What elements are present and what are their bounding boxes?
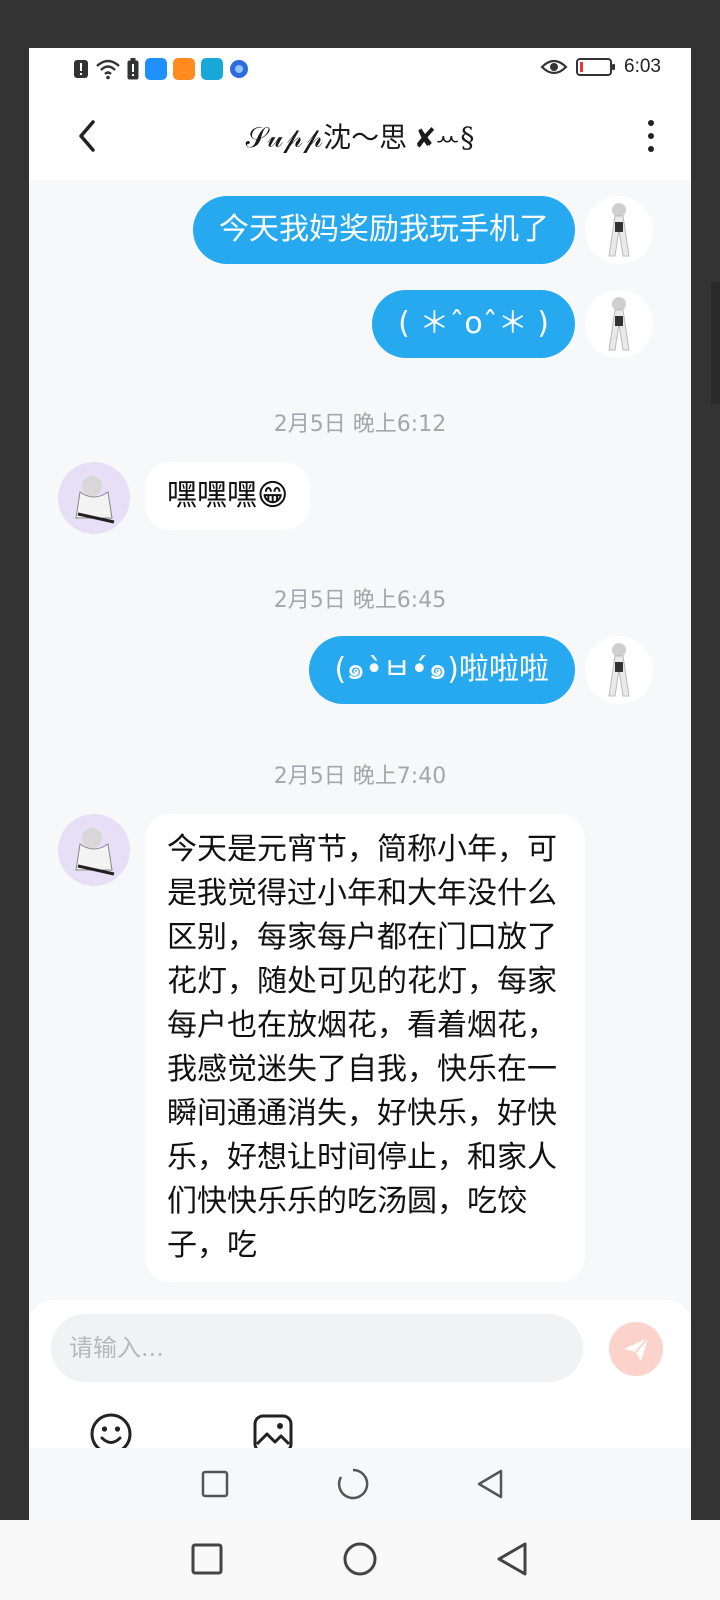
incoming-message[interactable]: 嘿嘿嘿😁 [145, 462, 311, 530]
send-icon [624, 1337, 649, 1361]
status-bar: 6:03 [29, 48, 691, 92]
home-button[interactable] [341, 1540, 379, 1578]
square-icon [201, 1470, 229, 1498]
message-timestamp: 2月5日 晚上6:12 [273, 412, 447, 437]
side-scroll-indicator [711, 282, 720, 404]
back-nav-button[interactable] [494, 1540, 532, 1578]
system-navigation-bar [0, 1520, 720, 1600]
sim-alert-icon [74, 60, 88, 78]
my-avatar[interactable] [585, 196, 653, 264]
app-q-icon [145, 58, 167, 80]
chat-title: 𝒮𝓊𝓅𝓅沈～思 ✘ꕀ§ [245, 121, 475, 154]
phone-screen: 6:03 𝒮𝓊𝓅𝓅沈～思 ✘ꕀ§ 今天我妈奖励我玩手机了 ( ＊ˆoˆ＊ ) 2… [29, 48, 691, 1520]
back-nav-button[interactable] [475, 1468, 507, 1500]
recent-apps-button[interactable] [188, 1540, 226, 1578]
status-time: 6:03 [624, 56, 661, 77]
battery-alert-icon [127, 58, 139, 80]
app-book-icon [201, 58, 223, 80]
incoming-message[interactable]: 今天是元宵节，简称小年，可是我觉得过小年和大年没什么区别，每家每户都在门口放了花… [145, 814, 585, 1282]
home-button[interactable] [337, 1468, 369, 1500]
back-button[interactable] [69, 116, 109, 156]
outgoing-message[interactable]: ( ＊ˆoˆ＊ ) [372, 290, 575, 358]
inner-navigation-bar [29, 1448, 691, 1520]
contact-avatar[interactable] [58, 814, 130, 886]
avatar-character-icon [75, 476, 115, 524]
triangle-back-icon [477, 1469, 503, 1499]
contact-avatar[interactable] [58, 462, 130, 534]
message-list[interactable]: 今天我妈奖励我玩手机了 ( ＊ˆoˆ＊ ) 2月5日 晚上6:12 嘿嘿嘿😁 2… [29, 180, 691, 1300]
outgoing-message[interactable]: 今天我妈奖励我玩手机了 [193, 196, 575, 264]
status-bar-left-icons [73, 58, 249, 80]
incoming-message-text: 今天是元宵节，简称小年，可是我觉得过小年和大年没什么区别，每家每户都在门口放了花… [167, 832, 557, 1263]
message-timestamp: 2月5日 晚上6:45 [273, 588, 447, 613]
status-bar-right: 6:03 [540, 56, 661, 78]
chat-header: 𝒮𝓊𝓅𝓅沈～思 ✘ꕀ§ [29, 92, 691, 180]
avatar-figure-icon [608, 297, 630, 351]
circle-icon [337, 1468, 369, 1500]
app-video-icon [173, 58, 195, 80]
app-browser-icon [230, 60, 248, 78]
avatar-figure-icon [608, 643, 630, 697]
message-timestamp: 2月5日 晚上7:40 [273, 764, 447, 789]
more-vertical-icon [648, 120, 654, 126]
my-avatar[interactable] [585, 636, 653, 704]
send-button[interactable] [609, 1322, 663, 1376]
wifi-icon [96, 59, 120, 80]
avatar-character-icon [75, 828, 115, 876]
triangle-back-icon [497, 1542, 527, 1576]
message-input[interactable] [51, 1314, 583, 1382]
circle-icon [343, 1542, 377, 1576]
back-arrow-icon [79, 120, 95, 152]
recent-apps-button[interactable] [199, 1468, 231, 1500]
outgoing-message[interactable]: (๑•̀ㅂ•́๑)啦啦啦 [308, 636, 575, 704]
more-options-button[interactable] [641, 116, 661, 156]
eye-icon [540, 59, 568, 75]
my-avatar[interactable] [585, 290, 653, 358]
battery-icon [576, 58, 616, 76]
square-icon [191, 1543, 223, 1575]
avatar-figure-icon [608, 203, 630, 257]
